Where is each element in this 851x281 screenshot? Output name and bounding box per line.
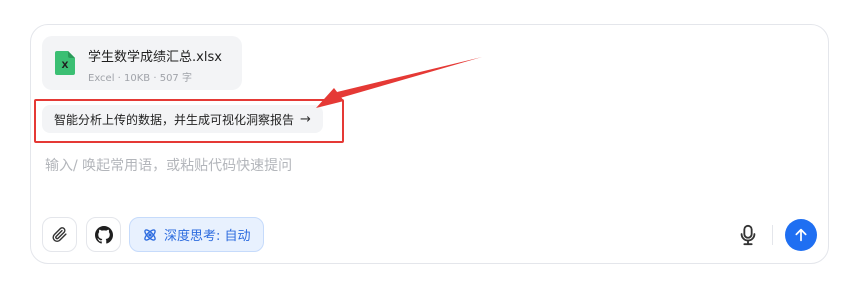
- microphone-icon[interactable]: [737, 223, 759, 247]
- attachment-file-name: 学生数学成绩汇总.xlsx: [88, 50, 222, 65]
- arrow-up-icon: [795, 228, 807, 242]
- chat-composer: X 学生数学成绩汇总.xlsx Excel · 10KB · 507 字 智能分…: [30, 24, 829, 264]
- attachment-file-meta: Excel · 10KB · 507 字: [88, 73, 192, 84]
- attach-button[interactable]: [42, 217, 77, 252]
- deep-think-toggle[interactable]: 深度思考: 自动: [129, 217, 264, 252]
- github-button[interactable]: [86, 217, 121, 252]
- paperclip-icon: [52, 227, 67, 243]
- github-icon: [94, 225, 113, 244]
- attachment-card[interactable]: X 学生数学成绩汇总.xlsx Excel · 10KB · 507 字: [42, 36, 242, 90]
- excel-file-icon: X: [55, 51, 75, 75]
- atom-icon: [144, 228, 156, 241]
- deep-think-label: 深度思考: 自动: [164, 229, 251, 244]
- send-button[interactable]: [785, 219, 817, 251]
- svg-text:X: X: [62, 61, 69, 71]
- toolbar-divider: [772, 225, 773, 245]
- message-input[interactable]: 输入/ 唤起常用语，或粘贴代码快速提问: [45, 155, 292, 175]
- annotation-highlight-box: [34, 99, 344, 143]
